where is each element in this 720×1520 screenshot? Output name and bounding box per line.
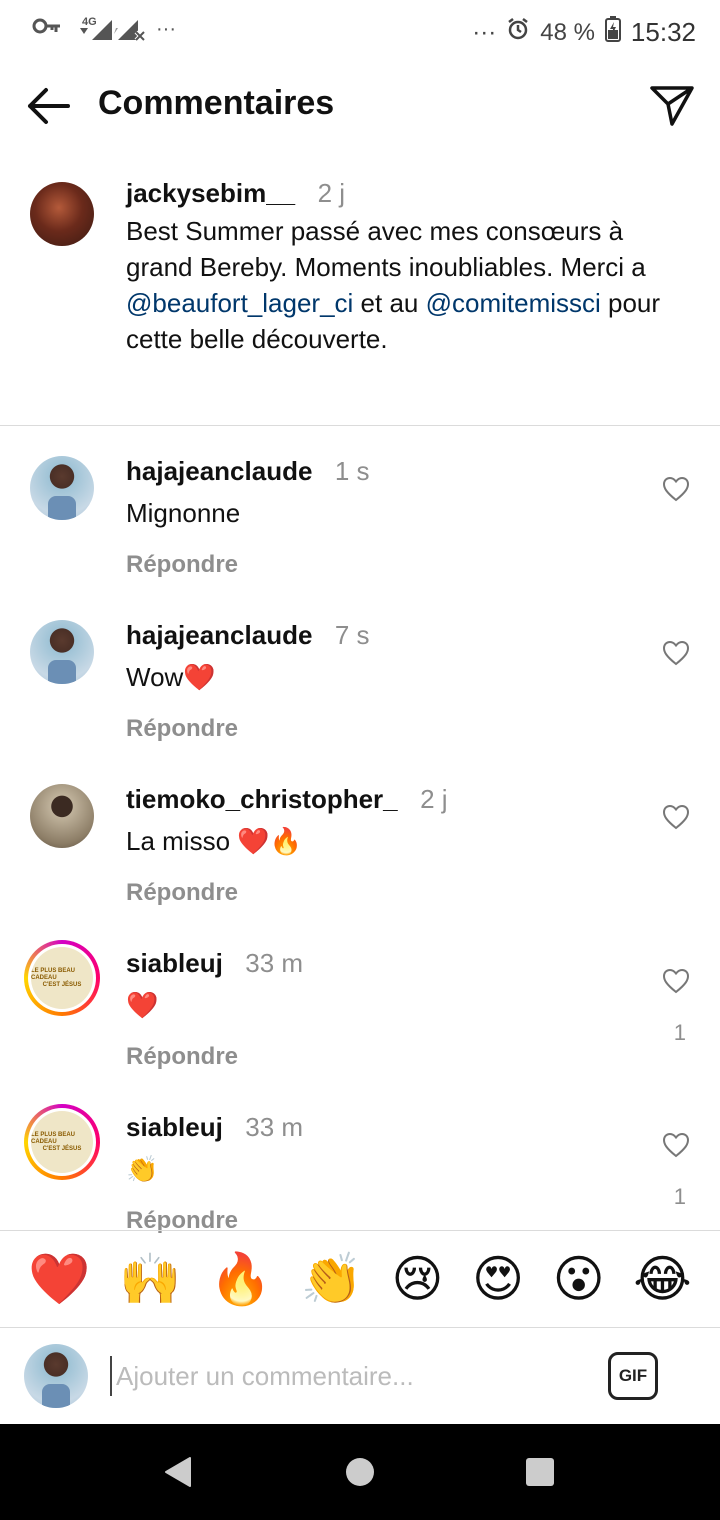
likes-count[interactable]: 1 xyxy=(674,1184,686,1210)
like-button[interactable] xyxy=(662,476,690,502)
heart-icon xyxy=(662,1132,690,1158)
comment-time: 1 s xyxy=(334,456,370,486)
comment-text: 👏 xyxy=(126,1154,159,1184)
caption-text-part: et au xyxy=(353,288,426,318)
gif-button[interactable]: GIF xyxy=(608,1352,658,1400)
status-left: 4G ··· xyxy=(32,16,176,42)
header: Commentaires xyxy=(0,64,720,148)
comment-username[interactable]: hajajeanclaude xyxy=(126,456,312,486)
nav-back-button[interactable] xyxy=(162,1456,194,1493)
navigation-bar xyxy=(0,1424,720,1520)
comment-body: tiemoko_christopher_ 2 j La misso ❤️🔥 Ré… xyxy=(126,784,626,907)
reply-button[interactable]: Répondre xyxy=(126,551,626,579)
like-button[interactable] xyxy=(662,804,690,830)
mention-link[interactable]: @comitemissci xyxy=(426,288,601,318)
comment-username[interactable]: tiemoko_christopher_ xyxy=(126,784,398,814)
mention-link[interactable]: @beaufort_lager_ci xyxy=(126,288,353,318)
avatar[interactable] xyxy=(30,620,94,684)
comment-text: ❤️ xyxy=(126,990,159,1020)
reply-button[interactable]: Répondre xyxy=(126,1043,626,1071)
signal-icon: 4G xyxy=(76,16,118,40)
comment-username[interactable]: hajajeanclaude xyxy=(126,620,312,650)
comment-text: La misso ❤️🔥 xyxy=(126,826,303,856)
comment-item: hajajeanclaude 7 s Wow❤️ Répondre xyxy=(0,612,720,776)
share-button[interactable] xyxy=(648,82,696,130)
signal-x-icon xyxy=(116,18,146,42)
caption-text-part: Best Summer passé avec mes consœurs à gr… xyxy=(126,216,646,282)
comment-body: hajajeanclaude 1 s Mignonne Répondre xyxy=(126,456,626,579)
nav-home-button[interactable] xyxy=(344,1456,376,1493)
post-caption: jackysebim__ 2 j Best Summer passé avec … xyxy=(0,170,720,426)
comment-text: Mignonne xyxy=(126,498,241,528)
reply-button[interactable]: Répondre xyxy=(126,879,626,907)
status-bar: 4G ··· ··· 48 % 15:32 xyxy=(0,0,720,64)
caption-text: Best Summer passé avec mes consœurs à gr… xyxy=(126,213,666,357)
like-button[interactable] xyxy=(662,640,690,666)
comment-username[interactable]: siableuj xyxy=(126,1112,223,1142)
reply-button[interactable]: Répondre xyxy=(126,715,626,743)
comment-text: Wow❤️ xyxy=(126,662,216,692)
more-dots: ··· xyxy=(472,18,497,46)
circle-home-icon xyxy=(346,1458,374,1486)
emoji-button[interactable]: 👏 xyxy=(301,1251,363,1307)
comment-item: LE PLUS BEAU CADEAU C'EST JÉSUS siableuj … xyxy=(0,940,720,1104)
heart-icon xyxy=(662,640,690,666)
comment-input-bar: GIF xyxy=(0,1328,720,1424)
story-avatar[interactable]: LE PLUS BEAU CADEAU C'EST JÉSUS xyxy=(24,940,100,1016)
status-time: 15:32 xyxy=(630,17,696,47)
key-icon xyxy=(32,16,62,42)
back-button[interactable] xyxy=(24,84,72,128)
like-button[interactable] xyxy=(662,968,690,994)
comment-username[interactable]: siableuj xyxy=(126,948,223,978)
battery-percent: 48 % xyxy=(540,18,595,46)
avatar[interactable] xyxy=(30,784,94,848)
caption-username[interactable]: jackysebim__ xyxy=(126,178,295,208)
avatar-text: C'EST JÉSUS xyxy=(42,981,82,988)
emoji-bar: ❤️ 🙌 🔥 👏 😢 😍 😮 😂 xyxy=(0,1230,720,1328)
comment-body: hajajeanclaude 7 s Wow❤️ Répondre xyxy=(126,620,626,743)
paper-plane-icon xyxy=(650,86,694,126)
comment-input[interactable] xyxy=(110,1356,580,1396)
emoji-button[interactable]: ❤️ xyxy=(28,1251,90,1307)
avatar-text: LE PLUS BEAU CADEAU xyxy=(31,967,76,981)
emoji-button[interactable]: 😮 xyxy=(553,1251,605,1307)
avatar-text: LE PLUS BEAU CADEAU xyxy=(31,1131,76,1145)
comment-time: 33 m xyxy=(245,1112,304,1142)
square-recents-icon xyxy=(526,1458,554,1486)
comment-item: tiemoko_christopher_ 2 j La misso ❤️🔥 Ré… xyxy=(0,776,720,940)
emoji-button[interactable]: 🙌 xyxy=(119,1251,181,1307)
caption-body: jackysebim__ 2 j Best Summer passé avec … xyxy=(126,178,666,357)
status-right: ··· 48 % 15:32 xyxy=(472,16,696,49)
comment-item: hajajeanclaude 1 s Mignonne Répondre xyxy=(0,448,720,612)
alarm-icon xyxy=(506,17,530,48)
nav-recents-button[interactable] xyxy=(524,1456,556,1493)
comment-time: 2 j xyxy=(420,784,448,814)
heart-icon xyxy=(662,804,690,830)
comment-time: 33 m xyxy=(245,948,304,978)
avatar xyxy=(24,1344,88,1408)
emoji-button[interactable]: 😂 xyxy=(633,1251,691,1307)
avatar-text: C'EST JÉSUS xyxy=(42,1145,82,1152)
emoji-button[interactable]: 😢 xyxy=(391,1251,443,1307)
page-title: Commentaires xyxy=(98,84,335,122)
more-indicator: ··· xyxy=(156,17,176,40)
back-arrow-icon xyxy=(28,88,70,124)
emoji-button[interactable]: 🔥 xyxy=(210,1251,272,1307)
avatar[interactable] xyxy=(30,182,94,246)
caption-time: 2 j xyxy=(317,178,346,208)
battery-icon xyxy=(604,16,621,49)
comment-time: 7 s xyxy=(334,620,370,650)
avatar[interactable] xyxy=(30,456,94,520)
emoji-button[interactable]: 😍 xyxy=(472,1251,524,1307)
triangle-back-icon xyxy=(165,1457,191,1487)
comment-body: siableuj 33 m 👏 Répondre xyxy=(126,1112,626,1235)
heart-icon xyxy=(662,968,690,994)
comment-body: siableuj 33 m ❤️ Répondre xyxy=(126,948,626,1071)
heart-icon xyxy=(662,476,690,502)
like-button[interactable] xyxy=(662,1132,690,1158)
likes-count[interactable]: 1 xyxy=(674,1020,686,1046)
network-type: 4G xyxy=(82,16,97,28)
story-avatar[interactable]: LE PLUS BEAU CADEAU C'EST JÉSUS xyxy=(24,1104,100,1180)
